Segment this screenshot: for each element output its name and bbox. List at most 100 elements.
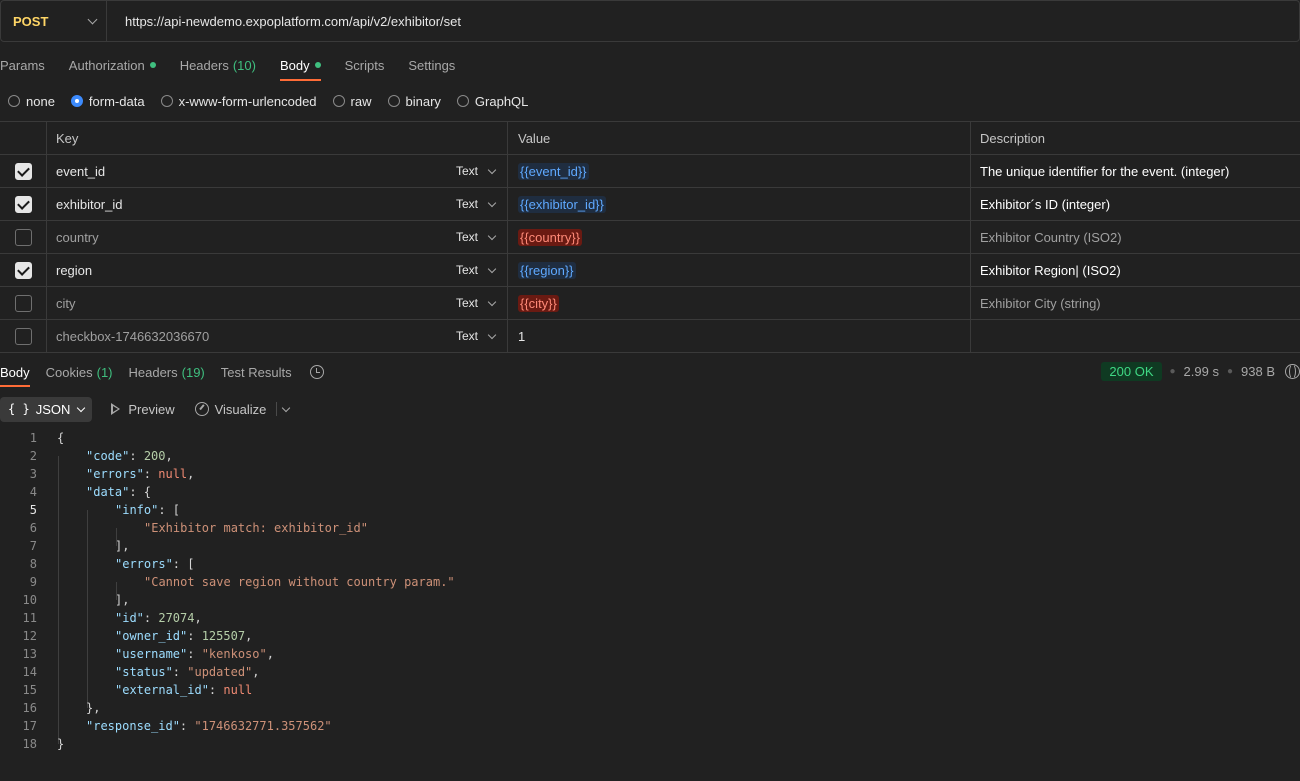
- checkbox-cell: [0, 221, 47, 253]
- type-select[interactable]: Text: [447, 155, 508, 187]
- status-badge[interactable]: 200 OK: [1101, 362, 1162, 381]
- table-row: checkbox-1746632036670 Text 1: [0, 320, 1300, 353]
- response-size[interactable]: 938 B: [1241, 364, 1275, 379]
- description-cell[interactable]: Exhibitor Region| (ISO2): [971, 254, 1300, 286]
- header-checkbox-cell: [0, 122, 47, 154]
- value-cell[interactable]: 1: [508, 320, 971, 352]
- row-checkbox[interactable]: [14, 327, 32, 345]
- body-type-form-data[interactable]: form-data: [70, 93, 145, 109]
- method-select[interactable]: POST: [1, 1, 107, 41]
- url-input[interactable]: https://api-newdemo.expoplatform.com/api…: [107, 14, 461, 29]
- line-number: 15: [22, 683, 37, 697]
- value-cell[interactable]: {{country}}: [508, 221, 971, 253]
- line-number: 16: [22, 701, 37, 715]
- body-type-none[interactable]: none: [8, 94, 55, 109]
- code-token: "data": [86, 485, 130, 499]
- response-tab-test-results[interactable]: Test Results: [221, 361, 292, 383]
- url-bar: POST https://api-newdemo.expoplatform.co…: [0, 0, 1300, 42]
- type-select[interactable]: Text: [447, 254, 508, 286]
- value-cell[interactable]: {{region}}: [508, 254, 971, 286]
- braces-icon: { }: [8, 402, 30, 416]
- row-checkbox[interactable]: [14, 162, 32, 180]
- radio-icon[interactable]: [332, 95, 345, 107]
- row-checkbox[interactable]: [14, 294, 32, 312]
- chevron-down-icon[interactable]: [282, 403, 291, 412]
- chevron-down-icon: [487, 198, 497, 207]
- radio-icon[interactable]: [387, 95, 400, 107]
- radio-icon[interactable]: [70, 95, 83, 107]
- visualize-button[interactable]: Visualize: [194, 402, 266, 417]
- line-content: "info": [: [37, 503, 180, 528]
- tab-count: (1): [96, 364, 113, 380]
- code-line: 17 "response_id": "1746632771.357562": [0, 717, 1300, 744]
- type-select[interactable]: Text: [447, 188, 508, 220]
- row-checkbox[interactable]: [14, 228, 32, 246]
- code-token: 200: [143, 449, 166, 463]
- type-select[interactable]: Text: [447, 221, 508, 253]
- description-cell[interactable]: Exhibitor Country (ISO2): [971, 221, 1300, 253]
- body-type-graphql[interactable]: GraphQL: [456, 94, 528, 109]
- key-cell[interactable]: region: [47, 254, 447, 286]
- tab-settings[interactable]: Settings: [408, 54, 455, 76]
- row-checkbox[interactable]: [14, 261, 32, 279]
- value-cell[interactable]: {{city}}: [508, 287, 971, 319]
- response-time[interactable]: 2.99 s: [1184, 364, 1219, 379]
- body-type-raw[interactable]: raw: [332, 94, 372, 109]
- line-number: 10: [22, 593, 37, 607]
- body-type-x-www-form-urlencoded[interactable]: x-www-form-urlencoded: [160, 94, 317, 109]
- response-body-code[interactable]: 1{2 "code": 200, 3 "errors": null, 4 "data": …: [0, 429, 1300, 753]
- radio-icon[interactable]: [8, 95, 20, 107]
- key-cell[interactable]: checkbox-1746632036670: [47, 320, 447, 352]
- format-label: JSON: [35, 401, 71, 417]
- history-icon[interactable]: [309, 365, 324, 379]
- body-type-label: binary: [405, 93, 441, 109]
- code-token: null: [223, 683, 253, 697]
- globe-icon[interactable]: [1285, 364, 1300, 379]
- row-checkbox[interactable]: [14, 195, 32, 213]
- line-content: "errors": [: [37, 557, 194, 582]
- tab-authorization[interactable]: Authorization: [69, 54, 156, 76]
- key-cell[interactable]: country: [47, 221, 447, 253]
- description-cell[interactable]: [971, 320, 1300, 352]
- tab-scripts[interactable]: Scripts: [345, 54, 385, 76]
- description-cell[interactable]: The unique identifier for the event. (in…: [971, 155, 1300, 187]
- body-type-radios: none form-data x-www-form-urlencoded raw bin…: [8, 92, 544, 110]
- response-tab-cookies[interactable]: Cookies (1): [46, 361, 113, 383]
- tab-headers[interactable]: Headers (10): [180, 54, 256, 76]
- code-line: 5 "info": [: [0, 501, 1300, 528]
- code-token: "updated": [187, 665, 253, 679]
- code-line: 7],: [0, 537, 1300, 564]
- response-tab-headers[interactable]: Headers (19): [129, 361, 205, 383]
- table-row: city Text {{city}} Exhibitor City (string): [0, 287, 1300, 320]
- body-type-label: form-data: [88, 93, 145, 109]
- type-label: Text: [456, 263, 479, 277]
- radio-icon[interactable]: [456, 95, 469, 107]
- key-cell[interactable]: exhibitor_id: [47, 188, 447, 220]
- table-header: Key Value Description: [0, 122, 1300, 155]
- line-content: ],: [37, 539, 129, 564]
- code-token: ],: [115, 593, 130, 607]
- key-cell[interactable]: city: [47, 287, 447, 319]
- code-token: :: [208, 683, 224, 697]
- code-token: }: [57, 737, 65, 751]
- code-token: "external_id": [115, 683, 209, 697]
- format-select[interactable]: { } JSON: [0, 396, 93, 422]
- key-cell[interactable]: event_id: [47, 155, 447, 187]
- type-label: Text: [456, 296, 479, 310]
- code-line: 9 "Cannot save region without country par…: [0, 573, 1300, 600]
- type-select[interactable]: Text: [447, 287, 508, 319]
- radio-icon[interactable]: [160, 95, 173, 107]
- value-cell[interactable]: {{event_id}}: [508, 155, 971, 187]
- preview-button[interactable]: Preview: [111, 402, 175, 417]
- code-token: "errors": [86, 467, 144, 481]
- value-cell[interactable]: {{exhibitor_id}}: [508, 188, 971, 220]
- tab-label: Scripts: [344, 57, 385, 73]
- tab-params[interactable]: Params: [0, 54, 45, 76]
- type-select[interactable]: Text: [447, 320, 508, 352]
- tab-body[interactable]: Body: [279, 54, 321, 81]
- body-type-binary[interactable]: binary: [387, 93, 441, 109]
- response-tab-body[interactable]: Body: [0, 361, 30, 387]
- type-label: Text: [456, 230, 479, 244]
- description-cell[interactable]: Exhibitor City (string): [971, 287, 1300, 319]
- description-cell[interactable]: Exhibitor´s ID (integer): [971, 188, 1300, 220]
